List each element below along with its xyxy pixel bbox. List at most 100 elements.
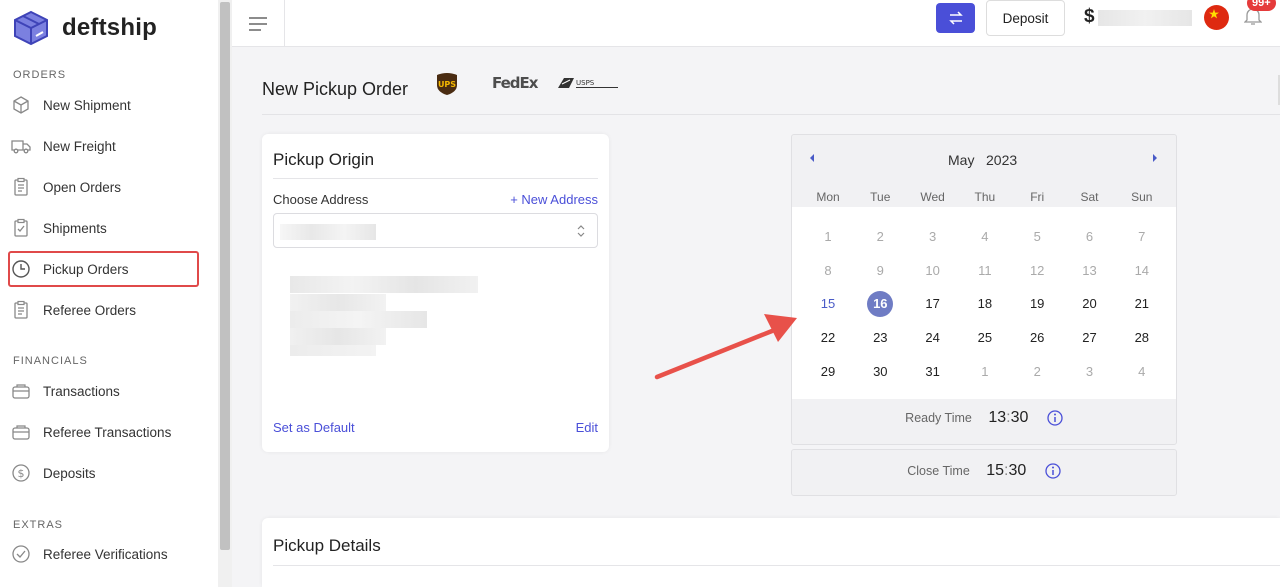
- address-select[interactable]: [273, 213, 598, 248]
- sidebar-item-referee-verifications[interactable]: Referee Verifications: [8, 536, 199, 572]
- wallet-icon: [11, 422, 31, 442]
- sidebar-item-referee-transactions[interactable]: Referee Transactions: [8, 414, 199, 450]
- sidebar-item-pickup-orders[interactable]: Pickup Orders: [8, 251, 199, 287]
- plus-icon: +: [510, 192, 518, 207]
- sidebar-item-shipments[interactable]: Shipments: [8, 210, 199, 246]
- calendar-day[interactable]: 10: [920, 258, 946, 284]
- sidebar-item-label: Referee Verifications: [43, 546, 168, 562]
- deposit-button[interactable]: Deposit: [986, 0, 1065, 36]
- close-time-label: Close Time: [907, 464, 970, 478]
- sidebar-item-label: Pickup Orders: [43, 261, 129, 277]
- date-picker: May 2023 Mon Tue Wed Thu Fri Sat Sun 123456789…: [791, 134, 1177, 445]
- sidebar-item-new-shipment[interactable]: New Shipment: [8, 87, 199, 123]
- calendar-day[interactable]: 1: [815, 224, 841, 250]
- swap-button[interactable]: [936, 3, 975, 33]
- calendar-day[interactable]: 5: [1024, 224, 1050, 250]
- sidebar-item-label: New Shipment: [43, 97, 131, 113]
- ready-time-label: Ready Time: [905, 411, 972, 425]
- set-as-default-link[interactable]: Set as Default: [273, 420, 355, 435]
- calendar-day[interactable]: 24: [920, 325, 946, 351]
- fedex-text: FedEx: [492, 74, 539, 92]
- sidebar-item-label: Referee Orders: [43, 302, 137, 318]
- usps-logo: USPS: [558, 76, 620, 95]
- next-month-button[interactable]: [1151, 153, 1159, 163]
- prev-month-button[interactable]: [808, 153, 816, 163]
- top-bar: Deposit $ 99+: [232, 0, 1280, 47]
- calendar-day[interactable]: 14: [1129, 258, 1155, 284]
- calendar-day[interactable]: 7: [1129, 224, 1155, 250]
- sidebar-item-new-freight[interactable]: New Freight: [8, 128, 199, 164]
- info-icon[interactable]: [1045, 463, 1061, 479]
- calendar-day[interactable]: 3: [920, 224, 946, 250]
- calendar-day[interactable]: 8: [815, 258, 841, 284]
- calendar-day[interactable]: 23: [867, 325, 893, 351]
- clipboard-icon: [11, 300, 31, 320]
- calendar-day[interactable]: 26: [1024, 325, 1050, 351]
- new-address-link[interactable]: + New Address: [510, 192, 598, 207]
- clipboard-check-icon: [11, 218, 31, 238]
- calendar-month[interactable]: May: [948, 152, 974, 168]
- usps-text: USPS: [576, 79, 595, 87]
- close-time-hour[interactable]: 15: [986, 462, 1004, 479]
- header-divider: [262, 114, 1280, 115]
- logo[interactable]: deftship: [12, 10, 157, 46]
- sidebar-scrollbar[interactable]: [218, 0, 232, 587]
- calendar-day[interactable]: 12: [1024, 258, 1050, 284]
- close-time-minute[interactable]: 30: [1008, 462, 1026, 479]
- weekday-label: Tue: [870, 190, 891, 204]
- calendar-day[interactable]: 3: [1077, 359, 1103, 385]
- selected-address-redacted: [280, 224, 376, 240]
- calendar-day[interactable]: 29: [815, 359, 841, 385]
- calendar-day[interactable]: 28: [1129, 325, 1155, 351]
- weekday-label: Fri: [1030, 190, 1045, 204]
- fedex-icon: FedEx: [492, 74, 540, 92]
- calendar-day[interactable]: 11: [972, 258, 998, 284]
- calendar-year[interactable]: 2023: [986, 152, 1017, 168]
- calendar-day[interactable]: 21: [1129, 291, 1155, 317]
- calendar-day[interactable]: 13: [1077, 258, 1103, 284]
- sidebar-item-referee-orders[interactable]: Referee Orders: [8, 292, 199, 328]
- ready-time-minute[interactable]: 30: [1011, 409, 1029, 426]
- menu-toggle-button[interactable]: [232, 0, 285, 47]
- calendar-day[interactable]: 9: [867, 258, 893, 284]
- calendar-day[interactable]: 17: [920, 291, 946, 317]
- notification-badge: 99+: [1247, 0, 1276, 11]
- clipboard-icon: [11, 177, 31, 197]
- calendar-day[interactable]: 6: [1077, 224, 1103, 250]
- sidebar-item-label: Transactions: [43, 383, 120, 399]
- calendar-day[interactable]: 30: [867, 359, 893, 385]
- calendar-day[interactable]: 20: [1077, 291, 1103, 317]
- calendar-day[interactable]: 22: [815, 325, 841, 351]
- card-divider: [273, 565, 1280, 566]
- calendar-day[interactable]: 2: [1024, 359, 1050, 385]
- ups-icon: UPS: [437, 73, 457, 95]
- sidebar-item-open-orders[interactable]: Open Orders: [8, 169, 199, 205]
- box-icon: [11, 95, 31, 115]
- calendar-day[interactable]: 18: [972, 291, 998, 317]
- edit-address-link[interactable]: Edit: [576, 420, 598, 435]
- calendar-day[interactable]: 25: [972, 325, 998, 351]
- calendar-day[interactable]: 31: [920, 359, 946, 385]
- pickup-details-title: Pickup Details: [273, 536, 381, 555]
- card-divider: [273, 178, 598, 179]
- scrollbar-thumb[interactable]: [220, 2, 230, 550]
- calendar-day[interactable]: 19: [1024, 291, 1050, 317]
- svg-text:$: $: [18, 467, 25, 480]
- calendar-day[interactable]: 4: [1129, 359, 1155, 385]
- weekday-label: Sat: [1080, 190, 1099, 204]
- calendar-day[interactable]: 4: [972, 224, 998, 250]
- language-flag-button[interactable]: [1204, 5, 1229, 30]
- balance-amount-redacted: [1098, 10, 1192, 26]
- info-icon[interactable]: [1047, 410, 1063, 426]
- sidebar-item-transactions[interactable]: Transactions: [8, 373, 199, 409]
- choose-address-label: Choose Address: [273, 192, 369, 207]
- ready-time-hour[interactable]: 13: [988, 409, 1006, 426]
- clock-icon: [11, 259, 31, 279]
- calendar-day[interactable]: 2: [867, 224, 893, 250]
- calendar-day[interactable]: 1: [972, 359, 998, 385]
- calendar-day[interactable]: 27: [1077, 325, 1103, 351]
- sidebar-item-label: New Freight: [43, 138, 116, 154]
- calendar-day[interactable]: 15: [815, 291, 841, 317]
- calendar-day-selected[interactable]: 16: [867, 291, 894, 318]
- sidebar-item-deposits[interactable]: $ Deposits: [8, 455, 199, 491]
